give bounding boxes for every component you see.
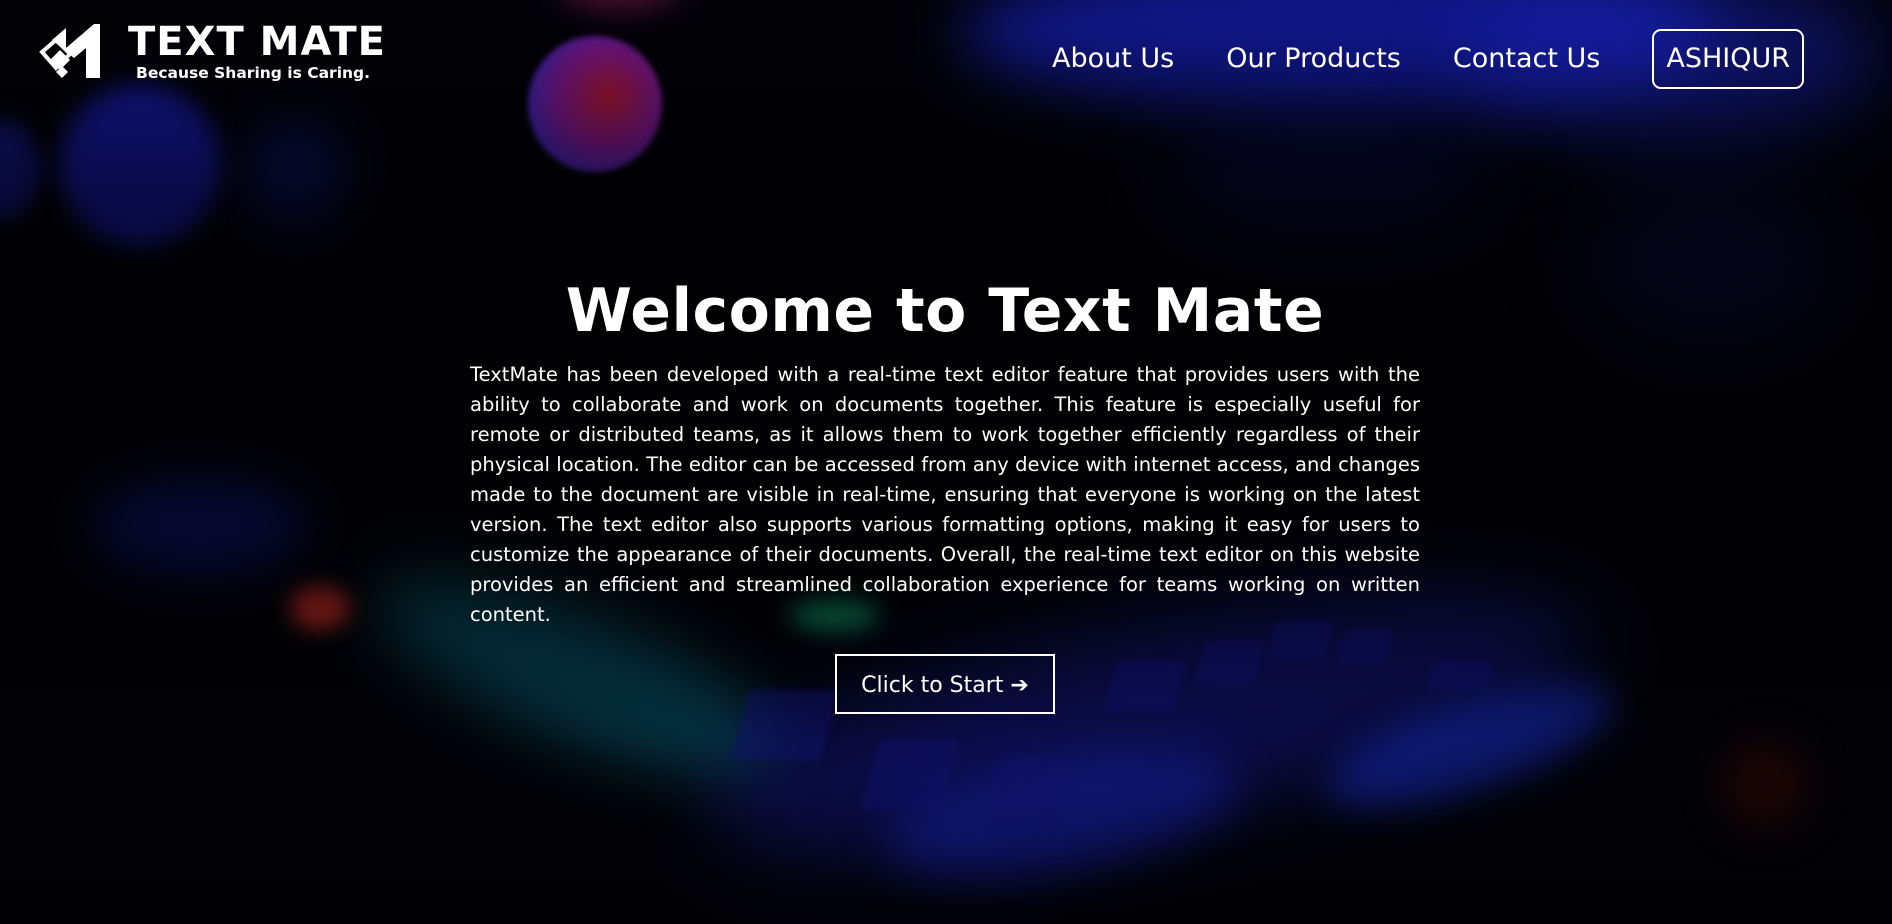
brand-name: TEXT MATE (128, 19, 386, 65)
main-nav: About Us Our Products Contact Us ASHIQUR (1000, 28, 1804, 90)
hero-description: TextMate has been developed with a real-… (470, 363, 1420, 626)
nav-about-link[interactable]: About Us (1052, 28, 1174, 90)
user-account-button[interactable]: ASHIQUR (1652, 29, 1804, 89)
hero-section: Welcome to Text Mate TextMate has been d… (470, 270, 1420, 714)
brand-logo[interactable]: TEXT MATE Because Sharing is Caring. (38, 20, 386, 82)
page: TEXT MATE Because Sharing is Caring. Abo… (0, 0, 1892, 924)
brand-tagline: Because Sharing is Caring. (136, 64, 371, 82)
start-button[interactable]: Click to Start ➔ (835, 654, 1055, 714)
textmate-logo-icon (38, 20, 118, 82)
nav-products-link[interactable]: Our Products (1226, 28, 1401, 90)
nav-contact-link[interactable]: Contact Us (1453, 28, 1600, 90)
site-header: TEXT MATE Because Sharing is Caring. Abo… (0, 0, 1892, 118)
hero-title: Welcome to Text Mate (565, 276, 1325, 346)
